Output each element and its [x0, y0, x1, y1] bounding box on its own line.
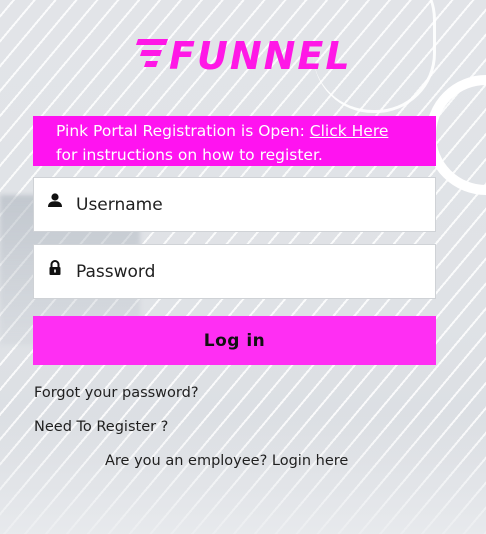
registration-notice: Pink Portal Registration is Open: Click … — [33, 116, 436, 166]
forgot-password-link[interactable]: Forgot your password? — [34, 385, 199, 401]
login-button[interactable]: Log in — [33, 316, 436, 365]
register-link[interactable]: Need To Register ? — [34, 419, 168, 435]
password-input[interactable] — [76, 245, 416, 298]
employee-login-link[interactable]: Are you an employee? Login here — [105, 453, 348, 469]
notice-instructions: for instructions on how to register. — [56, 146, 323, 164]
username-input[interactable] — [76, 178, 416, 231]
brand-name: FUNNEL — [169, 34, 352, 78]
password-field[interactable] — [33, 244, 436, 299]
speed-lines-icon — [136, 39, 168, 67]
username-field[interactable] — [33, 177, 436, 232]
click-here-link[interactable]: Click Here — [310, 122, 389, 140]
user-icon — [48, 193, 62, 207]
brand-logo: FUNNEL — [136, 34, 350, 78]
lock-icon — [49, 260, 61, 275]
notice-text: Pink Portal Registration is Open: — [56, 122, 310, 140]
